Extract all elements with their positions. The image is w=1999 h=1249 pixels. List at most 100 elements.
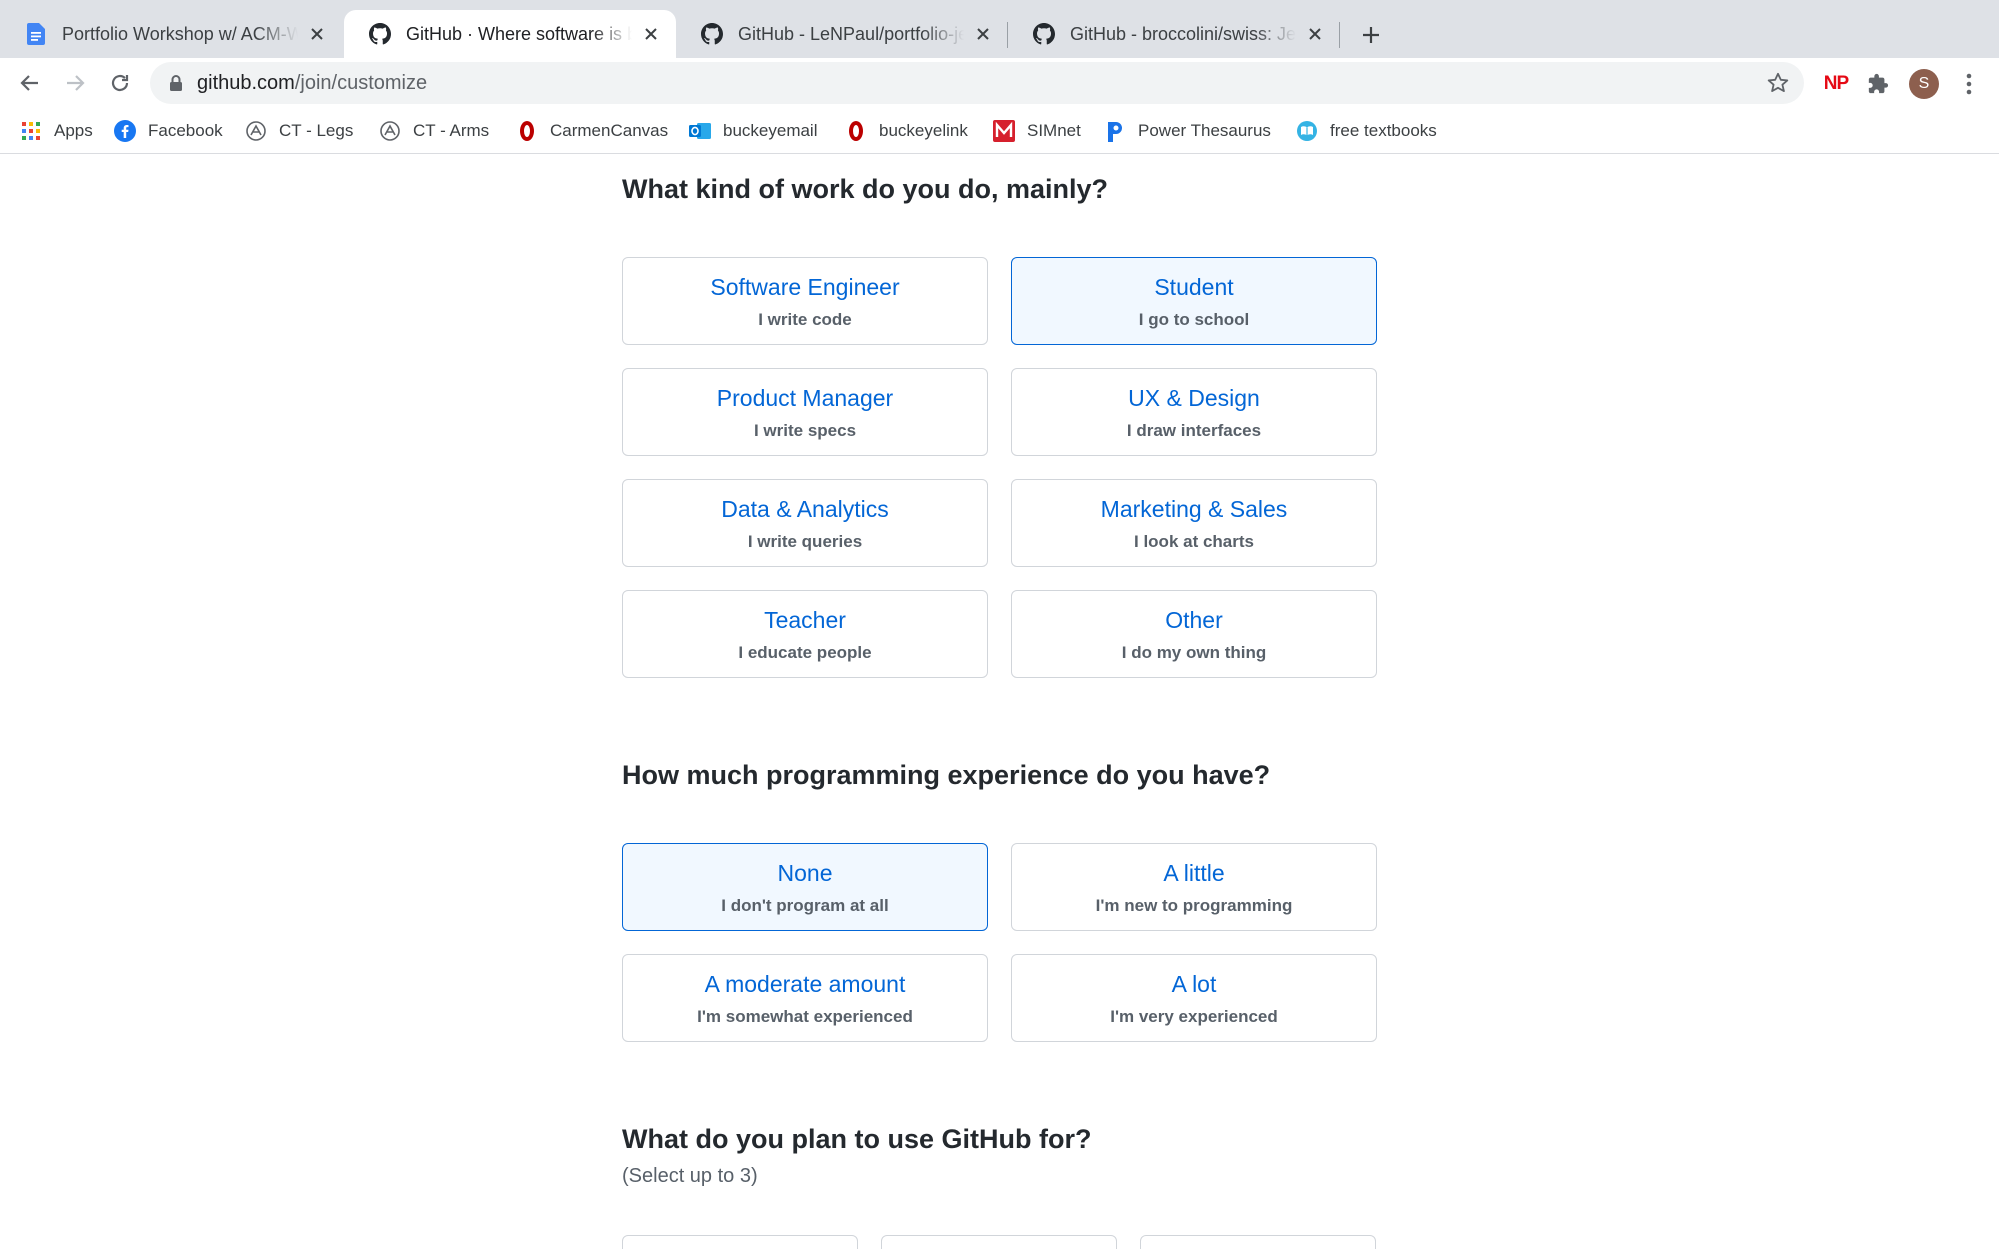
work-option-data-analytics[interactable]: Data & Analytics I write queries <box>622 479 988 567</box>
bookmark-label: CarmenCanvas <box>550 121 669 140</box>
close-icon[interactable] <box>972 23 994 45</box>
open-book-icon <box>1296 120 1318 142</box>
uses-question-heading: What do you plan to use GitHub for? <box>622 1124 1092 1154</box>
np-extension-button[interactable]: NP <box>1822 70 1850 98</box>
bookmark-label: Facebook <box>148 121 223 140</box>
option-title: UX & Design <box>1128 385 1260 411</box>
bookmark-facebook[interactable]: Facebook <box>114 118 223 144</box>
bookmark-label: CT - Arms <box>413 121 490 140</box>
more-vertical-icon <box>1966 73 1972 95</box>
bookmark-simnet[interactable]: SIMnet <box>993 118 1081 144</box>
option-title: None <box>777 860 833 886</box>
tab-title: GitHub · Where software is built <box>406 23 632 44</box>
option-description: I'm new to programming <box>1095 896 1293 915</box>
option-description: I write specs <box>753 421 857 440</box>
bookmark-label: buckeyelink <box>879 121 968 140</box>
option-title: Other <box>1165 607 1223 633</box>
bookmark-ct-legs[interactable]: CT - Legs <box>245 118 353 144</box>
option-title: Data & Analytics <box>721 496 889 522</box>
ct-icon <box>245 120 267 142</box>
work-question-heading: What kind of work do you do, mainly? <box>622 174 1108 204</box>
option-title: Marketing & Sales <box>1100 496 1288 522</box>
bookmark-apps[interactable]: Apps <box>20 118 93 144</box>
bookmark-ct-arms[interactable]: CT - Arms <box>379 118 489 144</box>
close-icon[interactable] <box>640 23 662 45</box>
power-thesaurus-icon <box>1104 120 1126 142</box>
bookmark-label: Power Thesaurus <box>1138 121 1271 140</box>
bookmark-label: CT - Legs <box>279 121 354 140</box>
option-title: Software Engineer <box>710 274 900 300</box>
url-host: github.com <box>197 72 295 94</box>
mcgraw-hill-icon <box>993 120 1015 142</box>
close-icon[interactable] <box>1304 23 1326 45</box>
page-content: What kind of work do you do, mainly? Sof… <box>0 155 1999 1249</box>
address-bar[interactable]: github.com/join/customize <box>150 62 1804 104</box>
bookmark-star-icon[interactable] <box>1766 71 1790 95</box>
browser-toolbar: github.com/join/customize NP S <box>0 58 1999 108</box>
bookmark-buckeyemail[interactable]: buckeyemail <box>689 118 818 144</box>
experience-option-a-lot[interactable]: A lot I'm very experienced <box>1011 954 1377 1042</box>
tab-title: Portfolio Workshop w/ ACM-W <box>62 23 298 44</box>
option-title: A lot <box>1171 971 1217 997</box>
tab-separator <box>1339 22 1340 48</box>
profile-avatar[interactable]: S <box>1909 69 1939 99</box>
reload-button[interactable] <box>102 65 138 101</box>
url-text[interactable]: github.com/join/customize <box>197 72 427 95</box>
tab-title: GitHub - LeNPaul/portfolio-jekyll <box>738 23 964 44</box>
ct-icon <box>379 120 401 142</box>
lock-icon[interactable] <box>166 73 186 93</box>
option-title: Student <box>1154 274 1234 300</box>
work-option-student[interactable]: Student I go to school <box>1011 257 1377 345</box>
facebook-icon <box>114 120 136 142</box>
work-option-teacher[interactable]: Teacher I educate people <box>622 590 988 678</box>
option-description: I'm very experienced <box>1110 1007 1278 1026</box>
extensions-button[interactable] <box>1864 70 1892 98</box>
uses-select-hint: (Select up to 3) <box>622 1165 758 1187</box>
tab-github-join[interactable]: GitHub · Where software is built <box>344 10 676 58</box>
new-tab-button[interactable] <box>1356 20 1386 50</box>
uses-option-card[interactable] <box>881 1235 1117 1249</box>
tab-github-swiss[interactable]: GitHub - broccolini/swiss: Jekyll <box>1008 10 1340 58</box>
tab-strip: Portfolio Workshop w/ ACM-W GitHub · Whe… <box>0 0 1999 58</box>
work-option-software-engineer[interactable]: Software Engineer I write code <box>622 257 988 345</box>
bookmark-free-textbooks[interactable]: free textbooks <box>1296 118 1437 144</box>
browser-menu-button[interactable] <box>1955 70 1983 98</box>
uses-option-card[interactable] <box>1140 1235 1376 1249</box>
experience-option-moderate[interactable]: A moderate amount I'm somewhat experienc… <box>622 954 988 1042</box>
option-description: I do my own thing <box>1121 643 1267 662</box>
apps-grid-icon <box>20 120 42 142</box>
bookmark-label: SIMnet <box>1027 121 1081 140</box>
option-title: Product Manager <box>716 385 894 411</box>
bookmark-buckeyelink[interactable]: buckeyelink <box>845 118 968 144</box>
option-description: I don't program at all <box>721 896 889 915</box>
experience-option-a-little[interactable]: A little I'm new to programming <box>1011 843 1377 931</box>
option-description: I'm somewhat experienced <box>697 1007 913 1026</box>
arrow-right-icon <box>67 75 85 91</box>
back-button[interactable] <box>12 65 48 101</box>
osu-icon <box>845 120 867 142</box>
tab-github-portfolio-jekyll[interactable]: GitHub - LeNPaul/portfolio-jekyll <box>676 10 1008 58</box>
experience-option-none[interactable]: None I don't program at all <box>622 843 988 931</box>
puzzle-icon <box>1868 73 1889 94</box>
option-description: I draw interfaces <box>1126 421 1262 440</box>
work-option-marketing-sales[interactable]: Marketing & Sales I look at charts <box>1011 479 1377 567</box>
option-description: I write queries <box>747 532 863 551</box>
option-description: I write code <box>758 310 852 329</box>
bookmark-label: free textbooks <box>1330 121 1437 140</box>
github-icon <box>368 22 392 46</box>
bookmark-power-thesaurus[interactable]: Power Thesaurus <box>1104 118 1271 144</box>
bookmark-carmencanvas[interactable]: CarmenCanvas <box>516 118 668 144</box>
close-icon[interactable] <box>306 23 328 45</box>
uses-option-card[interactable] <box>622 1235 858 1249</box>
work-option-ux-design[interactable]: UX & Design I draw interfaces <box>1011 368 1377 456</box>
experience-question-heading: How much programming experience do you h… <box>622 760 1271 790</box>
url-path: /join/customize <box>294 72 428 94</box>
bookmark-label: buckeyemail <box>723 121 818 140</box>
tab-title: GitHub - broccolini/swiss: Jekyll <box>1070 23 1296 44</box>
option-description: I go to school <box>1138 310 1250 329</box>
work-option-other[interactable]: Other I do my own thing <box>1011 590 1377 678</box>
tab-portfolio-workshop[interactable]: Portfolio Workshop w/ ACM-W <box>0 10 342 58</box>
arrow-left-icon <box>20 75 38 91</box>
work-option-product-manager[interactable]: Product Manager I write specs <box>622 368 988 456</box>
forward-button[interactable] <box>57 65 93 101</box>
